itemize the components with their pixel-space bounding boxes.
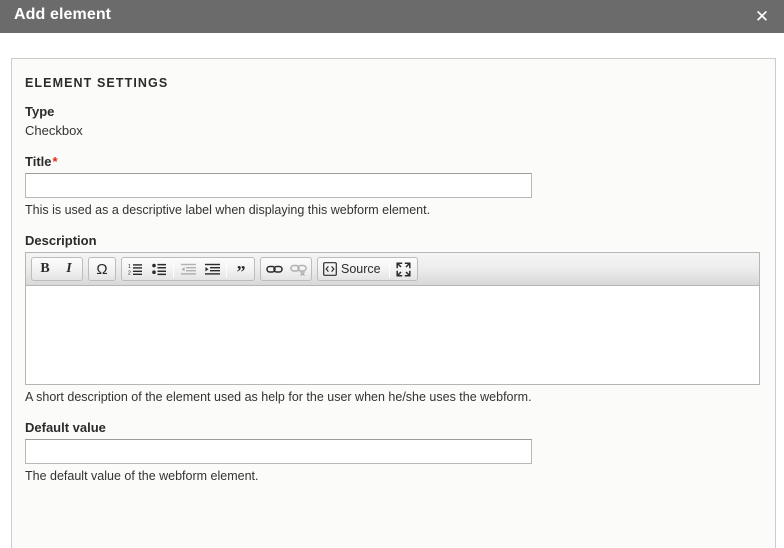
toolbar-group-paragraph: 1 2 ” (121, 257, 255, 283)
form-item-title: Title* This is used as a descriptive lab… (25, 154, 762, 219)
element-settings-panel: ELEMENT SETTINGS Type Checkbox Title* Th… (11, 58, 776, 548)
form-item-description: Description B I Ω 1 2 ” Source A short d… (25, 233, 762, 406)
numbered-list-icon[interactable]: 1 2 (123, 258, 147, 280)
omega-glyph: Ω (96, 260, 108, 278)
description-label: Description (25, 232, 97, 248)
toolbar-group-special-char: Ω (88, 257, 116, 282)
svg-text:1: 1 (128, 264, 131, 270)
editor-toolbar: B I Ω 1 2 ” Source (26, 252, 759, 286)
toolbar-group-links (260, 257, 312, 282)
unlink-icon[interactable] (286, 258, 310, 280)
toolbar-separator (388, 260, 390, 278)
form-item-default-value: Default value The default value of the w… (25, 420, 762, 485)
toolbar-separator (226, 260, 227, 278)
indent-icon[interactable] (200, 258, 224, 280)
dialog-title: Add element (14, 6, 112, 23)
type-value: Checkbox (25, 123, 83, 138)
form-item-type: Type Checkbox (25, 104, 762, 138)
toolbar-separator (173, 260, 174, 278)
bold-icon[interactable]: B (33, 258, 57, 280)
required-marker: * (52, 154, 58, 169)
blockquote-icon[interactable]: ” (229, 258, 253, 283)
default-value-label: Default value (25, 419, 106, 435)
svg-text:2: 2 (128, 271, 131, 277)
dialog-body: ELEMENT SETTINGS Type Checkbox Title* Th… (0, 33, 784, 548)
type-label: Type (25, 104, 55, 119)
dialog-header: Add element ✕ (0, 0, 784, 33)
description-editor-body[interactable] (26, 285, 759, 384)
description-rich-text-editor: B I Ω 1 2 ” Source (25, 251, 760, 385)
italic-glyph: I (66, 261, 72, 277)
title-description: This is used as a descriptive label when… (25, 203, 431, 217)
italic-icon[interactable]: I (57, 258, 81, 280)
link-icon[interactable] (262, 258, 286, 280)
special-character-icon[interactable]: Ω (90, 258, 114, 280)
default-value-input[interactable] (25, 438, 532, 464)
bulleted-list-icon[interactable] (147, 258, 171, 280)
description-help-text: A short description of the element used … (25, 389, 532, 404)
title-input[interactable] (25, 173, 532, 198)
maximize-icon[interactable] (392, 258, 416, 280)
close-icon[interactable]: ✕ (750, 4, 774, 28)
blockquote-glyph: ” (236, 262, 246, 283)
bold-glyph: B (40, 261, 50, 277)
panel-legend: ELEMENT SETTINGS (25, 76, 169, 90)
source-button[interactable]: Source (319, 258, 387, 280)
title-label: Title* (25, 154, 762, 169)
outdent-icon[interactable] (176, 258, 200, 280)
toolbar-group-tools: Source (317, 257, 418, 282)
title-label-text: Title (25, 154, 52, 169)
source-button-label: Source (341, 262, 381, 277)
toolbar-group-basic-styles: B I (31, 257, 83, 282)
default-value-description: The default value of the webform element… (25, 468, 259, 483)
